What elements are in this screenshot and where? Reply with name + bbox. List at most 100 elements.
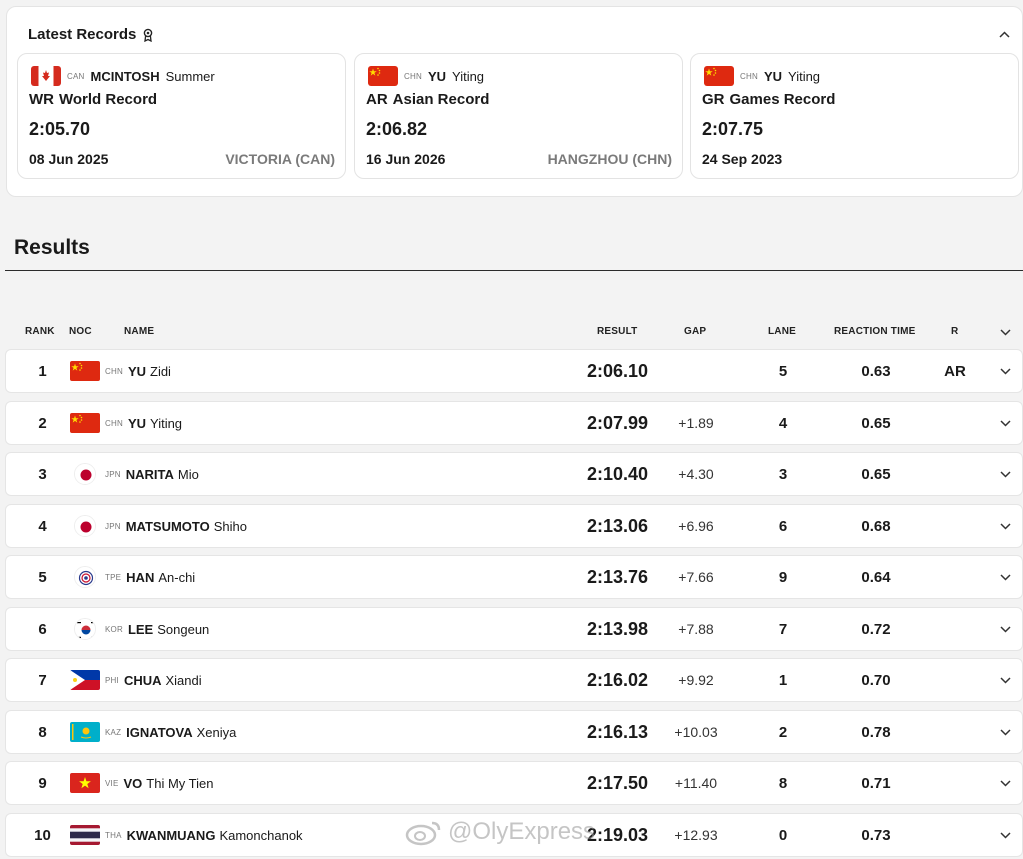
chevron-down-icon xyxy=(999,728,1011,736)
athlete-name-cell[interactable]: KAZ IGNATOVA Xeniya xyxy=(105,711,236,753)
record-athlete: CHN YU Yiting xyxy=(704,66,820,86)
record-card-ar[interactable]: CHN YU Yiting AR Asian Record 2:06.82 16 … xyxy=(354,53,683,179)
reaction-time-cell: 0.64 xyxy=(861,568,891,586)
col-header-r[interactable]: R xyxy=(951,326,958,337)
col-header-rank[interactable]: RANK xyxy=(25,326,55,337)
result-row[interactable]: 3 JPN NARITA Mio 2:10.40 +4.30 3 0.65 xyxy=(5,452,1023,496)
athlete-name-cell[interactable]: CHN YU Zidi xyxy=(105,350,171,392)
result-row[interactable]: 6 KOR LEE Songeun 2:13.98 +7.88 7 0.72 xyxy=(5,607,1023,651)
col-header-lane[interactable]: LANE xyxy=(768,326,796,337)
gap-cell: +1.89 xyxy=(678,415,714,431)
result-row[interactable]: 9 VIE VO Thi My Tien 2:17.50 +11.40 8 0.71 xyxy=(5,761,1023,805)
athlete-last-name: CHUA xyxy=(123,672,162,688)
athlete-last-name: MCINTOSH xyxy=(90,68,160,84)
col-header-noc[interactable]: NOC xyxy=(69,326,92,337)
expand-row-button[interactable] xyxy=(996,659,1014,701)
flag-chn-icon xyxy=(704,66,734,86)
gap-cell: +11.40 xyxy=(674,775,718,791)
chevron-down-icon xyxy=(999,831,1011,839)
record-date: 16 Jun 2026 xyxy=(366,151,446,167)
flag-cell xyxy=(68,556,102,598)
athlete-name-cell[interactable]: JPN NARITA Mio xyxy=(105,453,199,495)
result-row[interactable]: 8 KAZ IGNATOVA Xeniya 2:16.13 +10.03 2 0.78 xyxy=(5,710,1023,754)
gap-cell xyxy=(646,350,746,392)
expand-row-button[interactable] xyxy=(996,762,1014,804)
col-header-reaction-time[interactable]: REACTION TIME xyxy=(834,326,916,337)
record-card-wr[interactable]: CAN MCINTOSH Summer WR World Record 2:05.… xyxy=(17,53,346,179)
gap-cell: +4.30 xyxy=(678,466,714,482)
result-time-cell: 2:13.06 xyxy=(586,515,648,536)
lane-cell: 5 xyxy=(778,362,788,380)
reaction-time-cell: 0.65 xyxy=(861,414,891,432)
gap-cell: +9.92 xyxy=(678,672,714,688)
flag-can-icon xyxy=(31,66,61,86)
result-row[interactable]: 4 JPN MATSUMOTO Shiho 2:13.06 +6.96 6 0.68 xyxy=(5,504,1023,548)
athlete-name-cell[interactable]: KOR LEE Songeun xyxy=(105,608,209,650)
flag-jpn-icon xyxy=(74,463,96,485)
results-heading: Results xyxy=(14,236,90,259)
flag-cell xyxy=(68,402,102,444)
noc-code: JPN xyxy=(105,521,121,531)
flag-chn-icon xyxy=(368,66,398,86)
expand-row-button[interactable] xyxy=(996,350,1014,392)
athlete-last-name: YU xyxy=(427,68,446,84)
expand-row-button[interactable] xyxy=(996,556,1014,598)
athlete-last-name: YU xyxy=(127,363,146,379)
athlete-name-cell[interactable]: TPE HAN An-chi xyxy=(105,556,195,598)
athlete-first-name: Zidi xyxy=(150,363,171,379)
col-header-gap[interactable]: GAP xyxy=(684,326,706,337)
col-header-result[interactable]: RESULT xyxy=(597,326,637,337)
gap-cell: +7.66 xyxy=(678,569,714,585)
athlete-first-name: Thi My Tien xyxy=(146,775,214,791)
chevron-down-icon xyxy=(999,779,1011,787)
expand-row-button[interactable] xyxy=(996,402,1014,444)
athlete-first-name: Mio xyxy=(177,466,199,482)
lane-cell: 8 xyxy=(778,774,788,792)
flag-chn-icon xyxy=(70,413,100,433)
result-row[interactable]: 5 TPE HAN An-chi 2:13.76 +7.66 9 0.64 xyxy=(5,555,1023,599)
record-location: HANGZHOU (CHN) xyxy=(547,151,672,167)
lane-cell: 7 xyxy=(778,620,788,638)
athlete-first-name: Yiting xyxy=(452,68,485,84)
record-time: 2:05.70 xyxy=(29,119,91,139)
col-header-name[interactable]: NAME xyxy=(124,326,154,337)
expand-row-button[interactable] xyxy=(996,814,1014,856)
flag-tpe-icon xyxy=(74,566,96,588)
athlete-name-cell[interactable]: THA KWANMUANG Kamonchanok xyxy=(105,814,303,856)
noc-code: JPN xyxy=(105,469,121,479)
gap-cell: +12.93 xyxy=(674,827,718,843)
flag-cell xyxy=(68,659,102,701)
lane-cell: 1 xyxy=(778,671,788,689)
result-time-cell: 2:10.40 xyxy=(586,463,648,484)
athlete-last-name: NARITA xyxy=(125,466,174,482)
result-row[interactable]: 7 PHI CHUA Xiandi 2:16.02 +9.92 1 0.70 xyxy=(5,658,1023,702)
athlete-first-name: Songeun xyxy=(157,621,210,637)
athlete-first-name: Shiho xyxy=(213,518,247,534)
athlete-name-cell[interactable]: PHI CHUA Xiandi xyxy=(105,659,202,701)
expand-row-button[interactable] xyxy=(996,505,1014,547)
result-row[interactable]: 1 CHN YU Zidi 2:06.10 5 0.63 AR xyxy=(5,349,1023,393)
expand-row-button[interactable] xyxy=(996,453,1014,495)
athlete-name-cell[interactable]: JPN MATSUMOTO Shiho xyxy=(105,505,247,547)
expand-all-button[interactable] xyxy=(1000,328,1011,339)
latest-records-panel: Latest Records CAN MCINTOSH Summer WR Wor… xyxy=(6,6,1023,197)
lane-cell: 3 xyxy=(778,465,788,483)
flag-cell xyxy=(68,608,102,650)
result-time-cell: 2:16.02 xyxy=(586,669,648,690)
record-flag-cell: AR xyxy=(944,362,966,380)
athlete-last-name: IGNATOVA xyxy=(126,724,193,740)
flag-cell xyxy=(68,505,102,547)
result-row[interactable]: 2 CHN YU Yiting 2:07.99 +1.89 4 0.65 xyxy=(5,401,1023,445)
athlete-name-cell[interactable]: CHN YU Yiting xyxy=(105,402,182,444)
flag-cell xyxy=(68,762,102,804)
collapse-records-button[interactable] xyxy=(996,27,1012,41)
flag-jpn-icon xyxy=(74,515,96,537)
expand-row-button[interactable] xyxy=(996,608,1014,650)
athlete-name-cell[interactable]: VIE VO Thi My Tien xyxy=(105,762,213,804)
expand-row-button[interactable] xyxy=(996,711,1014,753)
athlete-last-name: VO xyxy=(123,775,143,791)
athlete-last-name: KWANMUANG xyxy=(126,827,216,843)
record-flag-cell xyxy=(926,762,984,804)
record-card-gr[interactable]: CHN YU Yiting GR Games Record 2:07.75 24 … xyxy=(690,53,1019,179)
noc-code: CAN xyxy=(67,71,85,81)
